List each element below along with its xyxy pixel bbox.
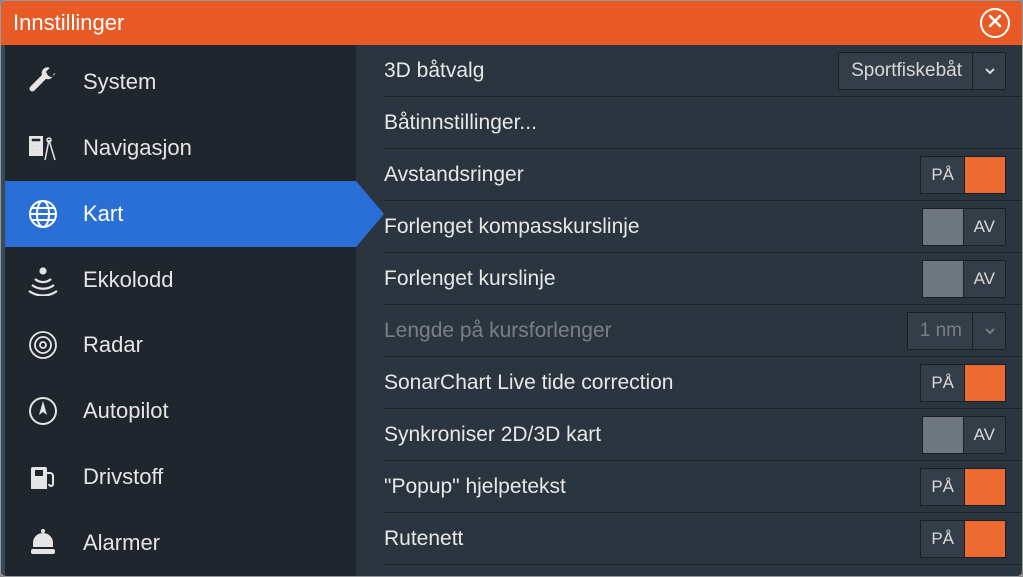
alarm-icon [25,525,61,561]
toggle-knob [922,260,964,298]
toggle-knob [964,156,1006,194]
sonarchart-toggle[interactable]: PÅ [920,364,1006,402]
sidebar-item-radar[interactable]: Radar [5,313,356,379]
range-rings-toggle[interactable]: PÅ [920,156,1006,194]
ext-heading-toggle[interactable]: AV [922,208,1006,246]
sidebar-item-label: Navigasjon [83,135,192,161]
chevron-down-icon [972,53,997,89]
row-label: Båtinnstillinger... [384,111,1006,135]
boat3d-dropdown[interactable]: Sportfiskebåt [838,52,1006,90]
fuel-icon [25,459,61,495]
radar-icon [25,327,61,363]
sidebar-item-label: Radar [83,332,143,358]
toggle-knob [922,416,964,454]
row-ext-course: Forlenget kurslinje AV [384,253,1022,305]
globe-icon [25,196,61,232]
sidebar-item-label: System [83,69,156,95]
toggle-state: PÅ [920,468,964,506]
sidebar-item-navigation[interactable]: Navigasjon [5,115,356,181]
toggle-state: AV [964,416,1006,454]
autopilot-icon [25,393,61,429]
toggle-state: PÅ [920,364,964,402]
sidebar-item-sonar[interactable]: Ekkolodd [5,247,356,313]
row-label: SonarChart Live tide correction [384,371,920,395]
row-grid: Rutenett PÅ [384,513,1022,565]
sidebar-item-autopilot[interactable]: Autopilot [5,378,356,444]
sidebar: System Navigasjon [1,45,356,576]
sidebar-item-label: Kart [83,201,123,227]
toggle-state: PÅ [920,520,964,558]
row-range-rings: Avstandsringer PÅ [384,149,1022,201]
sidebar-item-system[interactable]: System [5,49,356,115]
sidebar-item-label: Ekkolodd [83,267,174,293]
toggle-state: PÅ [920,156,964,194]
window-body: System Navigasjon [1,45,1022,576]
content-panel: 3D båtvalg Sportfiskebåt Båtinnstillinge… [356,45,1022,576]
row-boat-settings[interactable]: Båtinnstillinger... [384,97,1022,149]
toggle-knob [922,208,964,246]
row-label: Avstandsringer [384,163,920,187]
sidebar-item-label: Drivstoff [83,464,163,490]
toggle-knob [964,468,1006,506]
row-label: Forlenget kurslinje [384,267,922,291]
row-label: Forlenget kompasskurslinje [384,215,922,239]
window-title: Innstillinger [13,10,124,36]
close-button[interactable] [980,8,1010,38]
toggle-knob [964,364,1006,402]
sidebar-item-chart[interactable]: Kart [5,181,356,247]
sidebar-item-alarms[interactable]: Alarmer [5,510,356,576]
row-sonarchart: SonarChart Live tide correction PÅ [384,357,1022,409]
sidebar-item-label: Alarmer [83,530,160,556]
sidebar-item-label: Autopilot [83,398,169,424]
wrench-icon [25,64,61,100]
close-icon [987,13,1003,34]
row-label: Synkroniser 2D/3D kart [384,423,922,447]
row-3d-boat[interactable]: 3D båtvalg Sportfiskebåt [384,45,1022,97]
row-popup: "Popup" hjelpetekst PÅ [384,461,1022,513]
row-label: Lengde på kursforlenger [384,319,907,343]
row-label: "Popup" hjelpetekst [384,475,920,499]
row-ext-length: Lengde på kursforlenger 1 nm [384,305,1022,357]
grid-toggle[interactable]: PÅ [920,520,1006,558]
calculator-compass-icon [25,130,61,166]
row-label: 3D båtvalg [384,59,838,83]
settings-window: Innstillinger System [0,0,1023,577]
dropdown-value: Sportfiskebåt [851,60,962,82]
toggle-state: AV [964,208,1006,246]
row-label: Rutenett [384,527,920,551]
popup-toggle[interactable]: PÅ [920,468,1006,506]
chevron-down-icon [972,313,997,349]
sidebar-item-fuel[interactable]: Drivstoff [5,444,356,510]
dropdown-value: 1 nm [920,320,962,342]
row-sync2d3d: Synkroniser 2D/3D kart AV [384,409,1022,461]
toggle-knob [964,520,1006,558]
sonar-icon [25,262,61,298]
ext-course-toggle[interactable]: AV [922,260,1006,298]
row-ext-heading: Forlenget kompasskurslinje AV [384,201,1022,253]
toggle-state: AV [964,260,1006,298]
titlebar: Innstillinger [1,1,1022,45]
ext-length-dropdown: 1 nm [907,312,1006,350]
sync2d3d-toggle[interactable]: AV [922,416,1006,454]
